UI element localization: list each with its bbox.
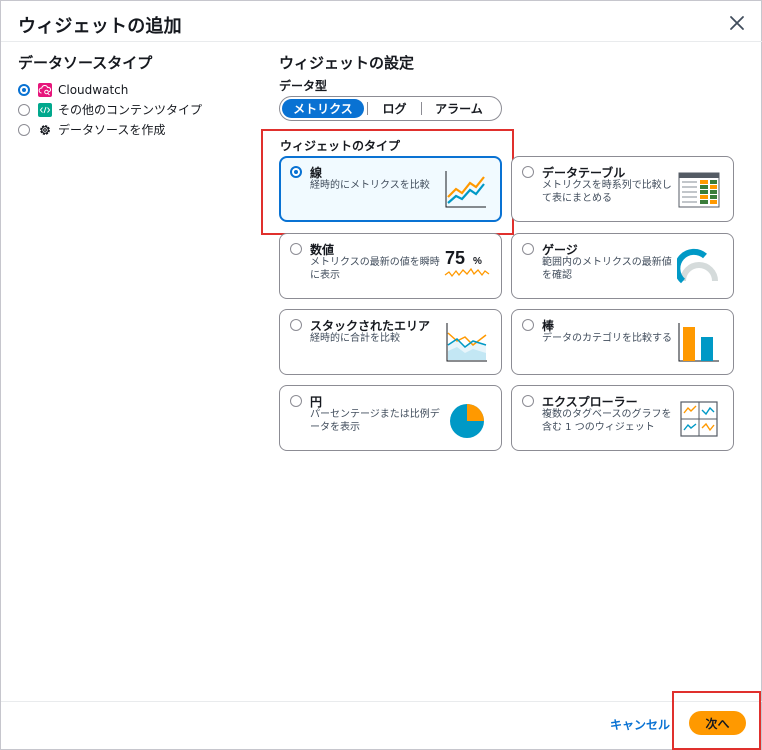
gauge-icon	[674, 245, 721, 289]
number-icon-value: 75	[445, 248, 465, 268]
widget-card-gauge[interactable]: ゲージ 範囲内のメトリクスの最新値を確認	[511, 233, 734, 299]
pie-chart-icon	[445, 397, 489, 441]
widget-card-description: 経時的にメトリクスを比較	[310, 180, 430, 191]
number-icon-unit: %	[473, 256, 482, 267]
datasource-label: データソースを作成	[58, 123, 166, 137]
widget-card-line[interactable]: 線 経時的にメトリクスを比較	[279, 156, 502, 222]
widget-card-description: 経時的に合計を比較	[310, 333, 400, 344]
widget-card-description: メトリクスの最新の値を瞬時に表示	[310, 257, 440, 281]
dialog-title: ウィジェットの追加	[18, 16, 182, 37]
radio-unchecked[interactable]	[290, 319, 302, 331]
radio-unchecked[interactable]	[290, 395, 302, 407]
radio-unchecked[interactable]	[18, 103, 30, 116]
header-divider	[1, 41, 762, 42]
widget-card-pie[interactable]: 円 パーセンテージまたは比例データを表示	[279, 385, 502, 451]
widget-card-stacked-area[interactable]: スタックされたエリア 経時的に合計を比較	[279, 309, 502, 375]
cancel-button[interactable]: キャンセル	[610, 716, 670, 733]
number-icon: 75 %	[443, 245, 491, 289]
datasource-option-other-content[interactable]: その他のコンテンツタイプ	[18, 100, 202, 119]
footer-divider	[1, 701, 762, 702]
radio-checked[interactable]	[290, 166, 302, 178]
table-icon	[677, 168, 721, 212]
datasource-option-create[interactable]: データソースを作成	[18, 120, 202, 139]
stacked-area-icon	[445, 321, 489, 365]
radio-unchecked[interactable]	[522, 395, 534, 407]
radio-unchecked[interactable]	[290, 243, 302, 255]
widget-card-description: メトリクスを時系列で比較して表にまとめる	[542, 180, 672, 204]
data-type-segmented-control: メトリクス ログ アラーム	[279, 96, 502, 121]
close-icon[interactable]	[728, 14, 746, 32]
widget-card-description: データのカテゴリを比較する	[542, 333, 672, 344]
radio-unchecked[interactable]	[18, 123, 30, 136]
radio-checked[interactable]	[18, 83, 30, 96]
settings-title: ウィジェットの設定	[279, 54, 415, 72]
line-chart-icon	[444, 169, 488, 213]
widget-card-number[interactable]: 数値 メトリクスの最新の値を瞬時に表示 75 %	[279, 233, 502, 299]
bar-chart-icon	[677, 321, 721, 365]
data-type-label: データ型	[279, 79, 328, 93]
code-icon	[38, 102, 52, 117]
datasource-option-cloudwatch[interactable]: Cloudwatch	[18, 80, 202, 99]
widget-card-explorer[interactable]: エクスプローラー 複数のタグベースのグラフを含む 1 つのウィジェット	[511, 385, 734, 451]
explorer-icon	[677, 397, 721, 441]
datasource-radio-group: Cloudwatch その他のコンテンツタイプ データソースを作成	[18, 80, 202, 140]
cloudwatch-icon	[38, 82, 52, 97]
widget-card-description: パーセンテージまたは比例データを表示	[310, 409, 440, 433]
segment-logs[interactable]: ログ	[368, 99, 421, 118]
datasource-label: その他のコンテンツタイプ	[58, 103, 203, 117]
segment-metrics[interactable]: メトリクス	[282, 99, 364, 118]
radio-unchecked[interactable]	[522, 243, 534, 255]
datasource-title: データソースタイプ	[18, 54, 153, 72]
radio-unchecked[interactable]	[522, 166, 534, 178]
widget-card-data-table[interactable]: データテーブル メトリクスを時系列で比較して表にまとめる	[511, 156, 734, 222]
segment-alarms[interactable]: アラーム	[422, 99, 496, 118]
add-widget-dialog: ウィジェットの追加 データソースタイプ Cloudwatch その他のコンテンツ…	[0, 0, 762, 750]
gear-icon	[38, 123, 52, 137]
next-button[interactable]: 次へ	[689, 711, 746, 735]
widget-card-bar[interactable]: 棒 データのカテゴリを比較する	[511, 309, 734, 375]
widget-card-description: 範囲内のメトリクスの最新値を確認	[542, 257, 672, 281]
radio-unchecked[interactable]	[522, 319, 534, 331]
datasource-label: Cloudwatch	[58, 82, 129, 97]
widget-card-description: 複数のタグベースのグラフを含む 1 つのウィジェット	[542, 409, 672, 433]
